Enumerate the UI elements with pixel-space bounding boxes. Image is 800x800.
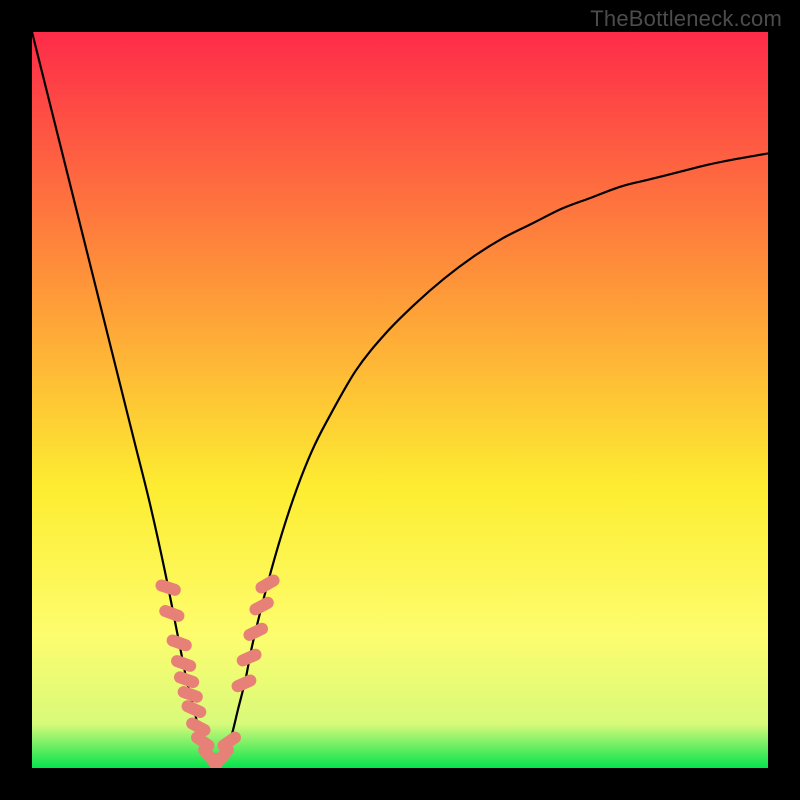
bottleneck-chart	[32, 32, 768, 768]
gradient-background	[32, 32, 768, 768]
watermark-text: TheBottleneck.com	[590, 6, 782, 32]
chart-frame: TheBottleneck.com	[0, 0, 800, 800]
plot-area	[32, 32, 768, 768]
